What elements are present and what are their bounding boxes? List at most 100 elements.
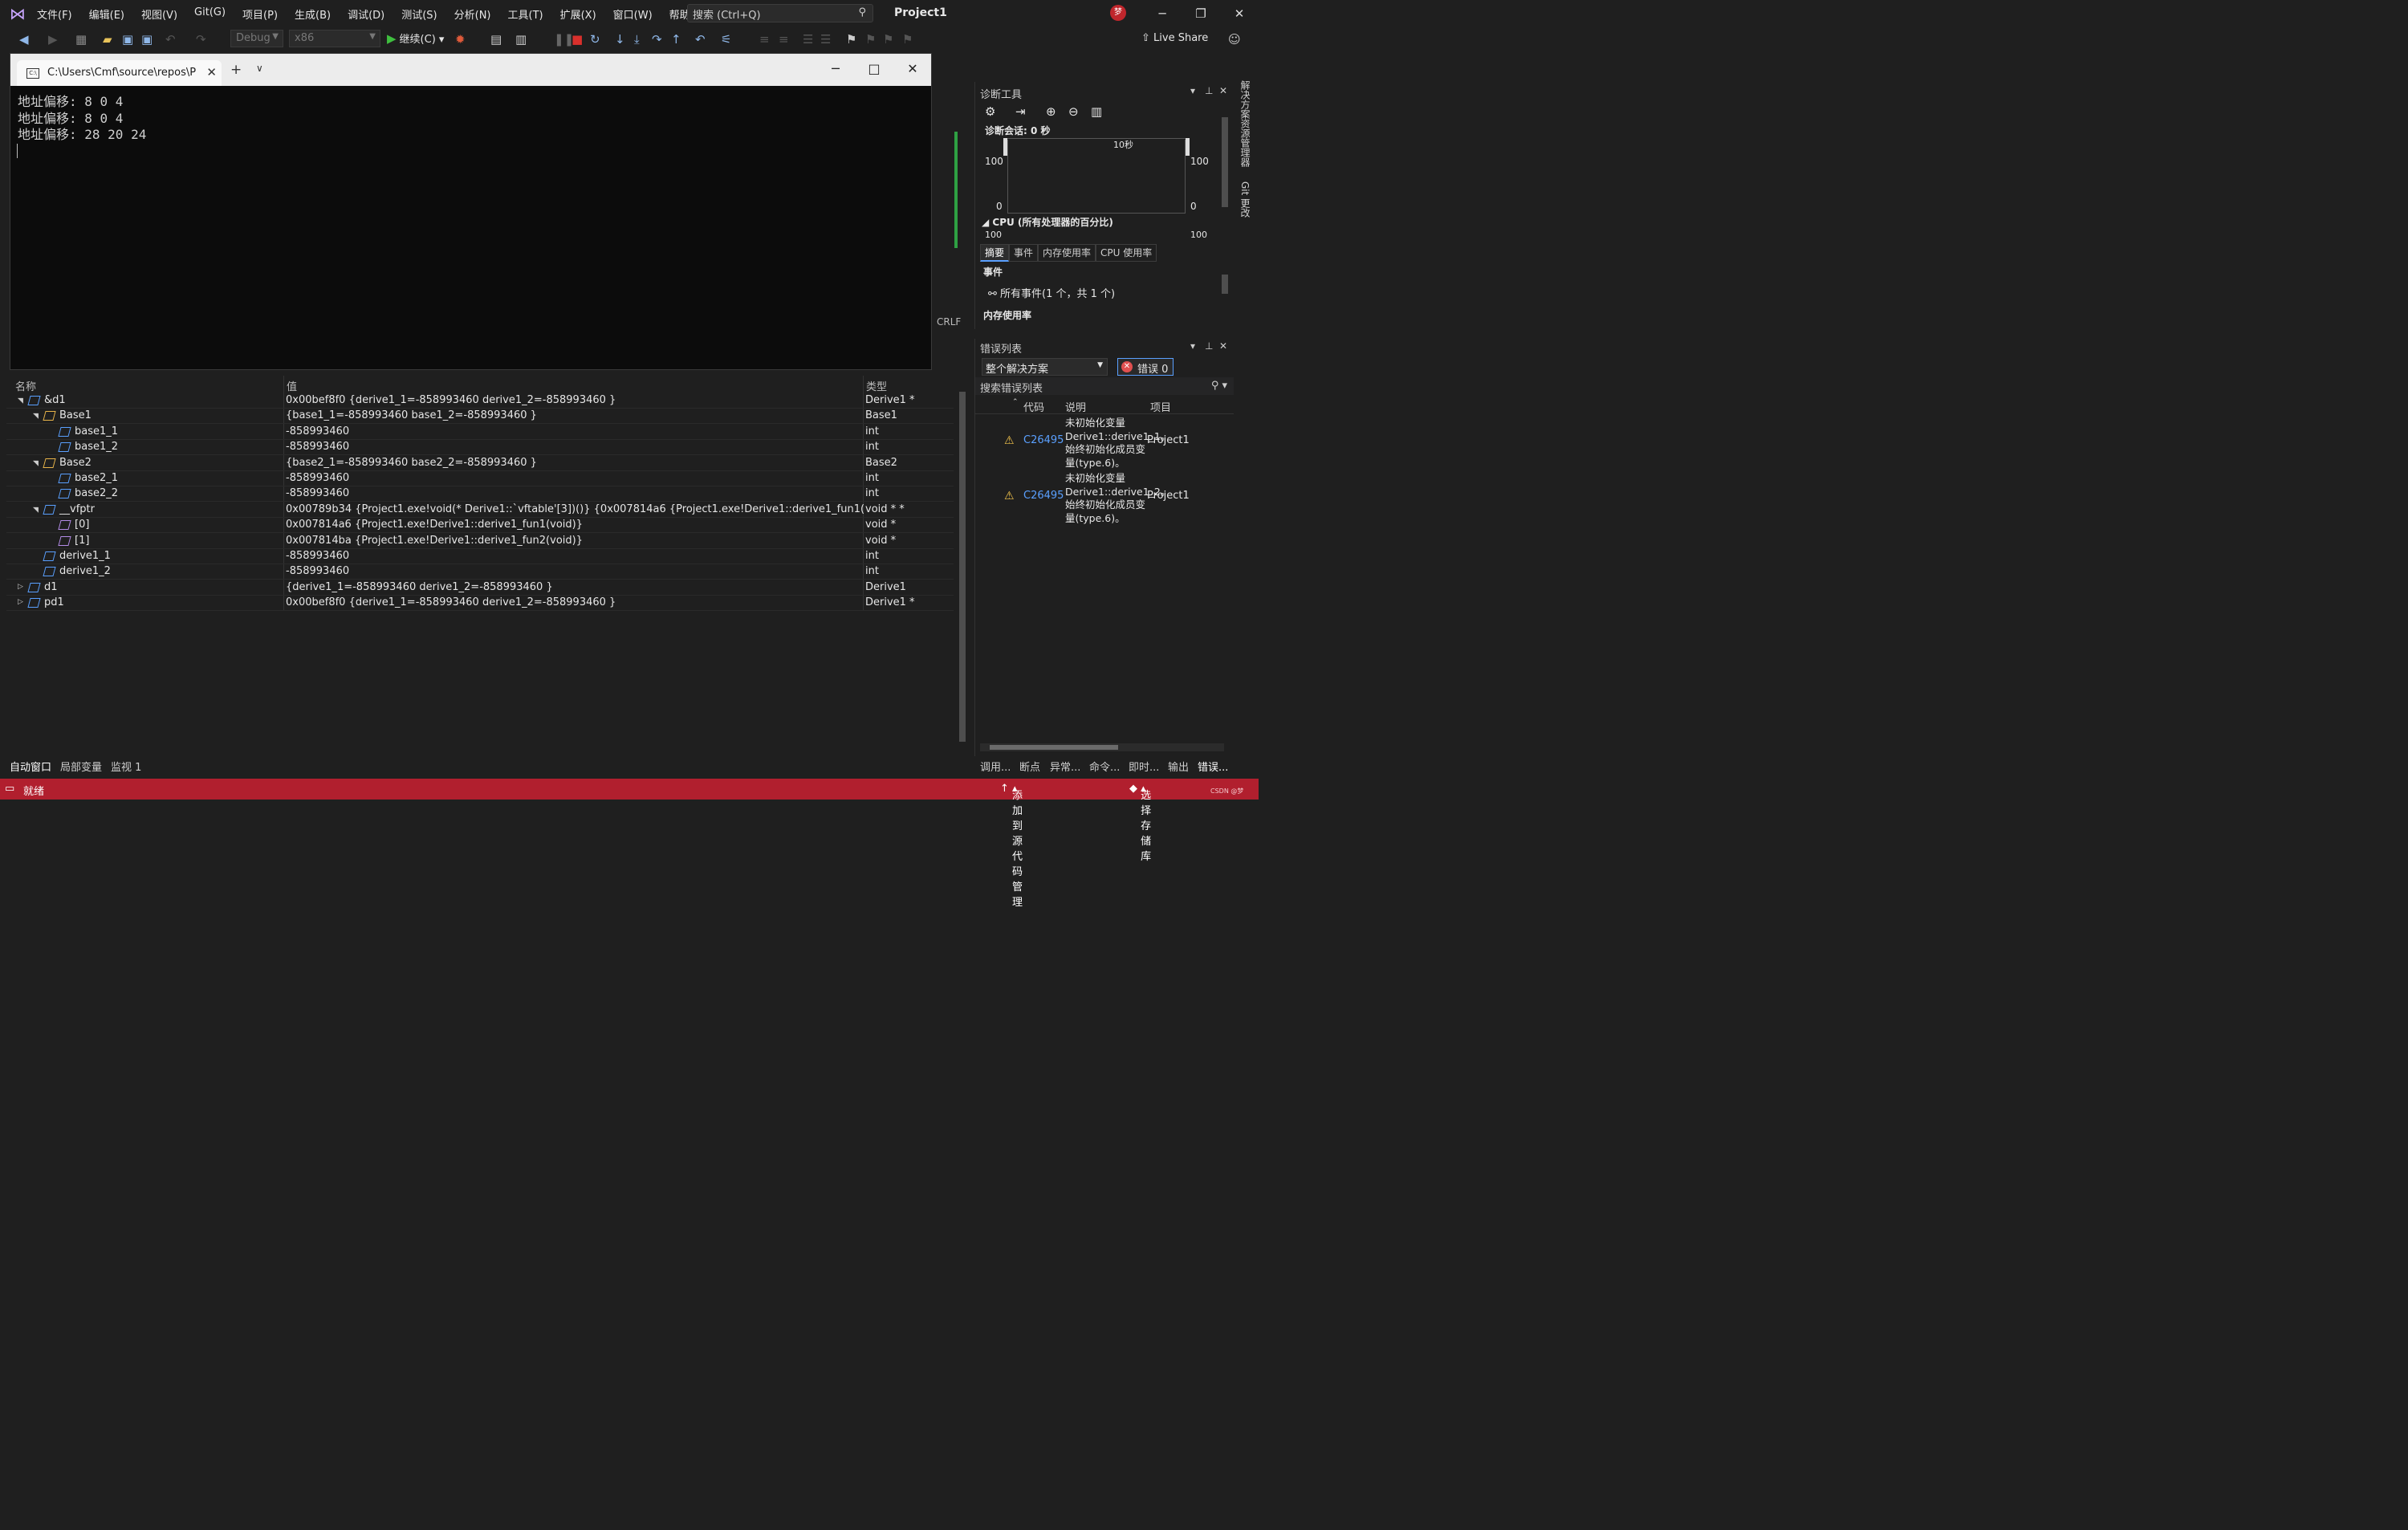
show-next-icon[interactable]: ↓ — [615, 31, 625, 47]
pin-icon[interactable]: ⊥ — [1205, 85, 1213, 96]
new-project-icon[interactable]: ▦ — [75, 31, 87, 47]
diag-summary-scrollbar[interactable] — [1219, 262, 1230, 328]
col-project[interactable]: 项目 — [1150, 399, 1171, 414]
autos-row[interactable]: ◢ Base2 {base2_1=-858993460 base2_2=-85899… — [6, 455, 954, 471]
autos-scrollbar[interactable] — [957, 379, 968, 753]
tab-watch1[interactable]: 监视 1 — [111, 759, 141, 774]
menu-analyze[interactable]: 分析(N) — [454, 6, 500, 22]
diag-scrollbar[interactable] — [1219, 104, 1230, 234]
error-row[interactable]: ⚠ C26495 未初始化变量 Derive1::derive1_1。始终初始化… — [975, 417, 1234, 471]
clear-bookmark-icon[interactable]: ⚑ — [902, 31, 913, 47]
autos-row[interactable]: base1_2 -858993460 int — [6, 439, 954, 456]
error-code[interactable]: C26495 — [1023, 490, 1064, 502]
hot-reload-icon[interactable]: ✹ — [455, 31, 466, 47]
col-name[interactable]: 名称 — [15, 378, 36, 393]
autos-row[interactable]: base2_1 -858993460 int — [6, 470, 954, 486]
autos-row[interactable]: ▷ d1 {derive1_1=-858993460 derive1_2=-8589… — [6, 580, 954, 596]
source-control-button[interactable]: ↑ 添加到源代码管理 ▴ — [1000, 783, 1023, 909]
var-value[interactable]: -858993460 — [286, 470, 864, 486]
live-share-button[interactable]: ⇧ Live Share — [1141, 32, 1208, 44]
minimize-icon[interactable]: ─ — [1146, 3, 1178, 24]
tab-error-list[interactable]: 错误... — [1198, 759, 1228, 774]
autos-row[interactable]: derive1_1 -858993460 int — [6, 548, 954, 564]
range-handle-right[interactable] — [1186, 138, 1190, 156]
cpu-label[interactable]: ◢ CPU (所有处理器的百分比) — [982, 215, 1113, 229]
search-input[interactable]: 搜索 (Ctrl+Q) ⚲ — [687, 4, 873, 22]
restart-icon[interactable]: ↻ — [590, 31, 600, 47]
bookmark-icon[interactable]: ⚑ — [846, 31, 856, 47]
chevron-down-icon[interactable]: ∨ — [256, 63, 263, 74]
maximize-icon[interactable]: □ — [856, 60, 892, 79]
collapse-icon[interactable]: ◢ — [33, 408, 39, 423]
tab-output[interactable]: 输出 — [1168, 759, 1189, 774]
autos-row[interactable]: ◢ Base1 {base1_1=-858993460 base1_2=-85899… — [6, 408, 954, 425]
var-value[interactable]: 0x007814ba {Project1.exe!Derive1::derive… — [286, 533, 864, 548]
menu-build[interactable]: 生成(B) — [295, 6, 340, 22]
dropdown-icon[interactable]: ▾ — [1190, 340, 1195, 352]
back-icon[interactable]: ◀ — [19, 31, 29, 47]
open-folder-icon[interactable]: ▰ — [103, 31, 112, 47]
menu-tools[interactable]: 工具(T) — [508, 6, 552, 22]
close-icon[interactable]: ✕ — [895, 60, 930, 79]
autos-row[interactable]: [1] 0x007814ba {Project1.exe!Derive1::der… — [6, 533, 954, 549]
prev-bookmark-icon[interactable]: ⚑ — [865, 31, 876, 47]
console-tab[interactable]: C:\ C:\Users\Cmf\source\repos\P ✕ — [17, 60, 222, 86]
tab-summary[interactable]: 摘要 — [980, 244, 1010, 262]
tab-autos[interactable]: 自动窗口 — [10, 759, 51, 774]
select-repo-button[interactable]: ◆ 选择存储库 ▴ — [1129, 783, 1151, 863]
close-tab-icon[interactable]: ✕ — [206, 65, 217, 79]
autos-row[interactable]: ◢ __vfptr 0x00789b34 {Project1.exe!void(* … — [6, 502, 954, 518]
save-all-icon[interactable]: ▣ — [141, 31, 153, 47]
error-row[interactable]: ⚠ C26495 未初始化变量 Derive1::derive1_2。始终初始化… — [975, 472, 1234, 527]
avatar[interactable]: 梦 — [1110, 5, 1126, 21]
col-code[interactable]: 代码 — [1023, 399, 1044, 414]
next-bookmark-icon[interactable]: ⚑ — [883, 31, 893, 47]
menu-extensions[interactable]: 扩展(X) — [560, 6, 605, 22]
var-value[interactable]: -858993460 — [286, 439, 864, 454]
tab-cpu[interactable]: CPU 使用率 — [1096, 244, 1157, 262]
error-hscrollbar[interactable] — [980, 743, 1224, 751]
var-value[interactable]: 0x00bef8f0 {derive1_1=-858993460 derive1… — [286, 595, 864, 610]
tab-call-stack[interactable]: 调用... — [980, 759, 1011, 774]
col-value[interactable]: 值 — [287, 378, 297, 393]
outdent-icon[interactable]: ≡ — [779, 31, 789, 47]
forward-icon[interactable]: ▶ — [48, 31, 58, 47]
menu-window[interactable]: 窗口(W) — [613, 6, 661, 22]
autos-row[interactable]: ◢ &d1 0x00bef8f0 {derive1_1=-858993460 der… — [6, 393, 954, 409]
scope-dropdown[interactable]: 整个解决方案 ▼ — [982, 358, 1108, 376]
var-value[interactable]: -858993460 — [286, 548, 864, 564]
var-value[interactable]: -858993460 — [286, 486, 864, 501]
menu-edit[interactable]: 编辑(E) — [89, 6, 133, 22]
expand-icon[interactable]: ▷ — [18, 595, 23, 610]
menu-test[interactable]: 测试(S) — [401, 6, 445, 22]
tab-command[interactable]: 命令... — [1089, 759, 1120, 774]
close-icon[interactable]: ✕ — [1219, 85, 1227, 96]
col-type[interactable]: 类型 — [866, 378, 887, 393]
tab-immediate[interactable]: 即时... — [1129, 759, 1159, 774]
tab-breakpoints[interactable]: 断点 — [1019, 759, 1040, 774]
var-value[interactable]: 0x007814a6 {Project1.exe!Derive1::derive… — [286, 517, 864, 532]
var-value[interactable]: 0x00789b34 {Project1.exe!void(* Derive1:… — [286, 502, 864, 517]
tab-events[interactable]: 事件 — [1009, 244, 1039, 262]
minimize-icon[interactable]: ─ — [818, 60, 853, 79]
side-tab-solution-explorer[interactable]: 解决方案资源管理器 — [1236, 80, 1252, 167]
var-value[interactable]: -858993460 — [286, 424, 864, 439]
step-into-icon[interactable]: ⤓ — [634, 31, 640, 47]
collapse-icon[interactable]: ◢ — [33, 455, 39, 470]
step-out-icon[interactable]: ↑ — [671, 31, 681, 47]
zoom-in-icon[interactable]: ⊕ — [1046, 104, 1056, 119]
col-description[interactable]: 说明 — [1065, 399, 1086, 414]
comment-icon[interactable]: ☰ — [803, 31, 813, 47]
tab-exceptions[interactable]: 异常... — [1050, 759, 1080, 774]
diagnostics-icon[interactable]: ⚟ — [721, 31, 731, 47]
restore-icon[interactable]: ❐ — [1185, 3, 1217, 24]
var-value[interactable]: -858993460 — [286, 564, 864, 579]
feedback-icon[interactable]: ☺ — [1228, 31, 1241, 47]
dropdown-icon[interactable]: ▾ — [1190, 85, 1195, 96]
export-icon[interactable]: ⇥ — [1015, 104, 1026, 119]
error-code[interactable]: C26495 — [1023, 434, 1064, 446]
thread-icon[interactable]: ▥ — [515, 31, 527, 47]
var-value[interactable]: {base1_1=-858993460 base1_2=-858993460 } — [286, 408, 864, 423]
menu-file[interactable]: 文件(F) — [37, 6, 81, 22]
uncomment-icon[interactable]: ☰ — [820, 31, 831, 47]
